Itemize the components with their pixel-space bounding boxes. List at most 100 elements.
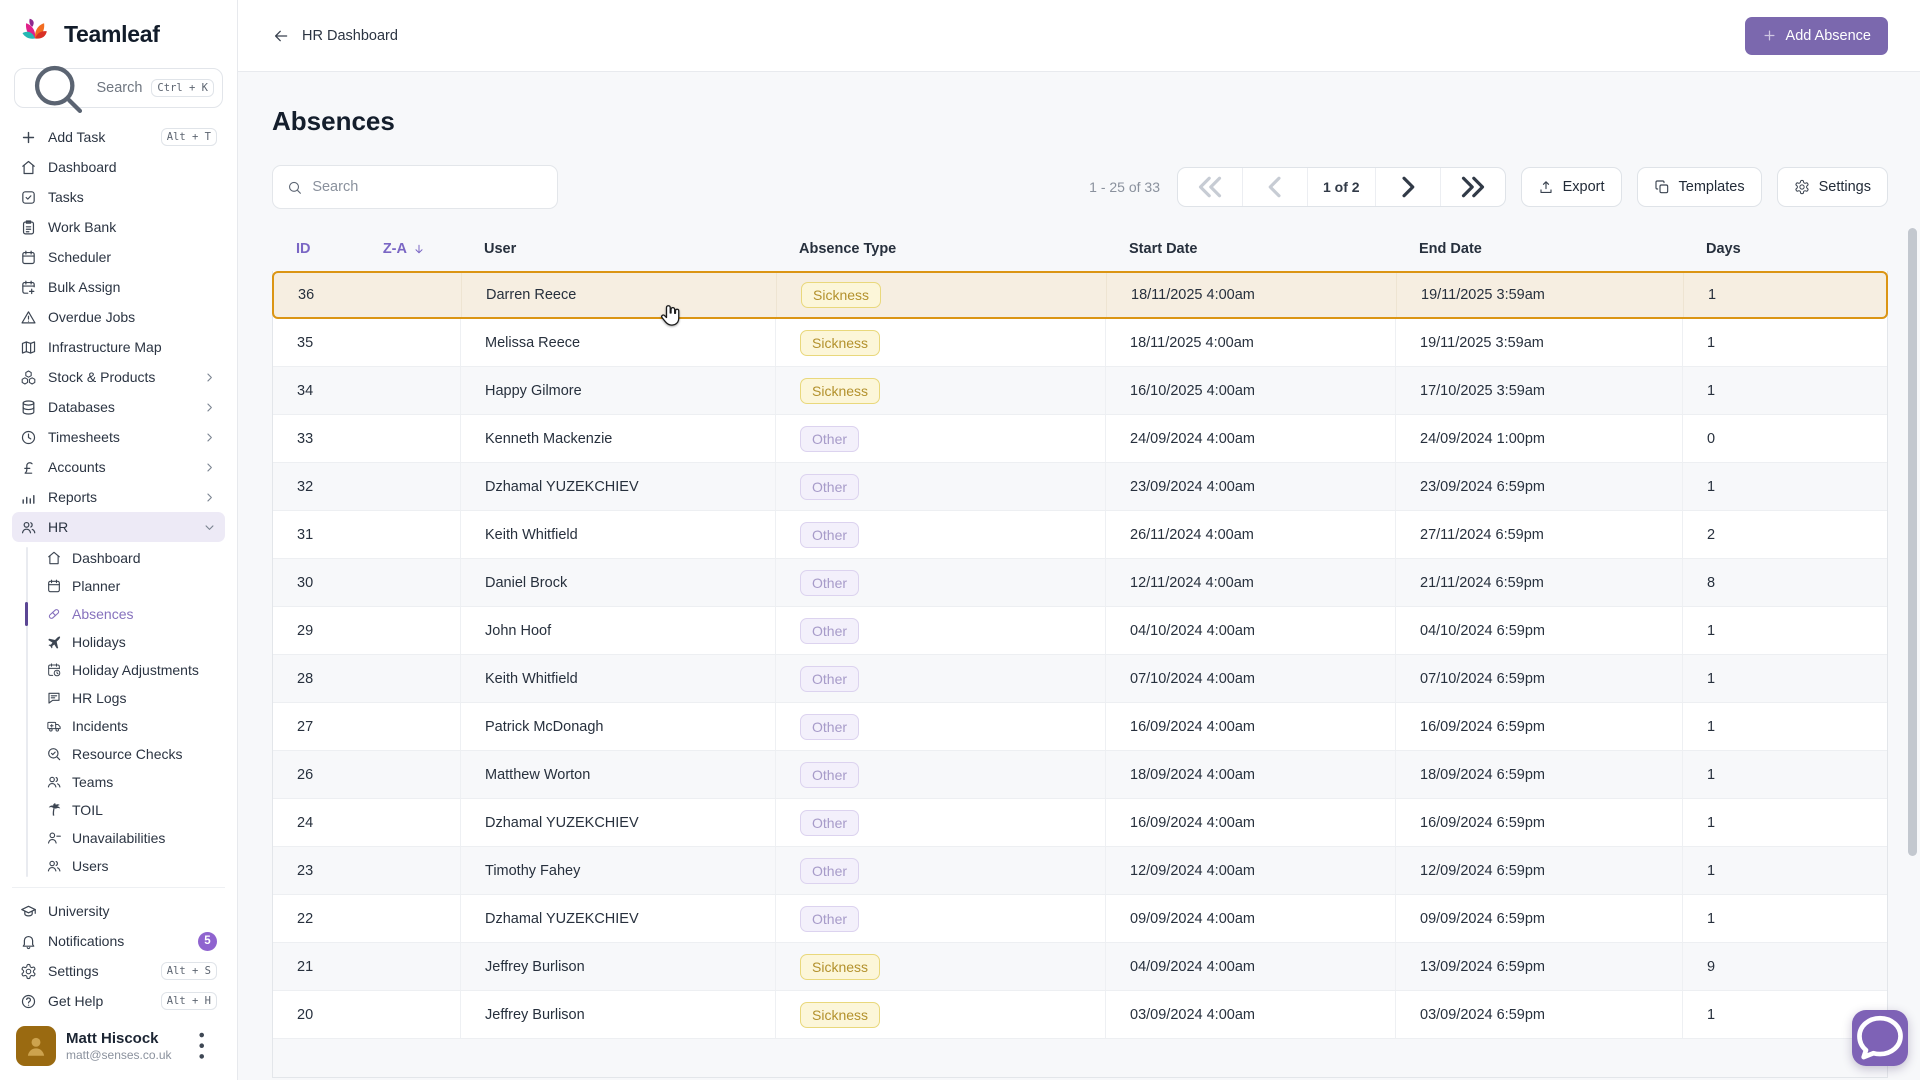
sidebar-item-accounts[interactable]: Accounts [12,452,225,482]
table-row-23[interactable]: 23 Timothy Fahey Other 12/09/2024 4:00am… [273,847,1887,895]
sidebar-item-university[interactable]: University [12,896,225,926]
users-icon [20,519,37,536]
user-profile[interactable]: Matt Hiscock matt@senses.co.uk [12,1016,225,1070]
sidebar-item-dashboard[interactable]: Dashboard [12,152,225,182]
cell-end-date: 23/09/2024 6:59pm [1396,463,1683,510]
search-icon [287,179,302,196]
first-page-button[interactable] [1178,168,1243,206]
scrollbar-thumb[interactable] [1908,228,1917,856]
sidebar-item-timesheets[interactable]: Timesheets [12,422,225,452]
table-row-32[interactable]: 32 Dzhamal YUZEKCHIEV Other 23/09/2024 4… [273,463,1887,511]
table-row-29[interactable]: 29 John Hoof Other 04/10/2024 4:00am 04/… [273,607,1887,655]
sidebar-item-databases[interactable]: Databases [12,392,225,422]
alert-triangle-icon [20,309,37,326]
table-row-28[interactable]: 28 Keith Whitfield Other 07/10/2024 4:00… [273,655,1887,703]
hr-submenu-item-toil[interactable]: TOIL [12,796,225,824]
sidebar-item-settings[interactable]: Settings Alt + S [12,956,225,986]
chat-button[interactable] [1852,1010,1908,1066]
column-header-days[interactable]: Days [1682,241,1888,257]
bell-icon [20,933,37,950]
prev-page-button[interactable] [1243,168,1308,206]
copy-icon [1654,179,1670,195]
sidebar-item-add-task[interactable]: Add Task Alt + T [12,122,225,152]
cell-user: Dzhamal YUZEKCHIEV [461,799,776,846]
sidebar-item-stock-products[interactable]: Stock & Products [12,362,225,392]
absence-type-badge: Sickness [800,330,880,356]
table-row-24[interactable]: 24 Dzhamal YUZEKCHIEV Other 16/09/2024 4… [273,799,1887,847]
back-link[interactable]: HR Dashboard [272,27,398,45]
add-absence-button[interactable]: Add Absence [1745,17,1888,55]
hr-submenu-item-incidents[interactable]: Incidents [12,712,225,740]
column-header-id[interactable]: ID Z-A [272,241,460,257]
cell-days: 0 [1683,415,1887,462]
column-header-end-date[interactable]: End Date [1395,241,1682,257]
chevron-right-icon [202,430,217,445]
absence-type-badge: Other [800,570,859,596]
hr-submenu-item-users[interactable]: Users [12,852,225,880]
cell-start-date: 04/10/2024 4:00am [1106,607,1396,654]
column-header-absence-type[interactable]: Absence Type [775,241,1105,257]
hr-submenu-item-absences[interactable]: Absences [12,600,225,628]
export-button[interactable]: Export [1521,167,1622,207]
table-row-34[interactable]: 34 Happy Gilmore Sickness 16/10/2025 4:0… [273,367,1887,415]
table-row-35[interactable]: 35 Melissa Reece Sickness 18/11/2025 4:0… [273,319,1887,367]
table-row-30[interactable]: 30 Daniel Brock Other 12/11/2024 4:00am … [273,559,1887,607]
table-row-20[interactable]: 20 Jeffrey Burlison Sickness 03/09/2024 … [273,991,1887,1039]
hr-submenu-item-unavailabilities[interactable]: Unavailabilities [12,824,225,852]
sidebar-item-overdue-jobs[interactable]: Overdue Jobs [12,302,225,332]
vertical-scrollbar [1908,228,1917,1080]
table-row-27[interactable]: 27 Patrick McDonagh Other 16/09/2024 4:0… [273,703,1887,751]
pill-icon [46,606,62,622]
plus-icon [1762,28,1777,43]
absence-type-badge: Sickness [800,954,880,980]
table-settings-button[interactable]: Settings [1777,167,1888,207]
sidebar-item-bulk-assign[interactable]: Bulk Assign [12,272,225,302]
cell-user: Keith Whitfield [461,655,776,702]
hr-submenu-item-holiday-adjustments[interactable]: Holiday Adjustments [12,656,225,684]
sidebar-item-hr[interactable]: HR [12,512,225,542]
pound-icon [20,459,37,476]
sidebar-search[interactable]: Search Ctrl + K [14,68,223,108]
column-header-start-date[interactable]: Start Date [1105,241,1395,257]
hr-submenu-item-planner[interactable]: Planner [12,572,225,600]
next-page-button[interactable] [1376,168,1441,206]
table-row-36[interactable]: 36 Darren Reece Sickness 18/11/2025 4:00… [272,271,1888,319]
map-icon [20,339,37,356]
sidebar-item-work-bank[interactable]: Work Bank [12,212,225,242]
table-row-33[interactable]: 33 Kenneth Mackenzie Other 24/09/2024 4:… [273,415,1887,463]
hr-submenu-item-resource-checks[interactable]: Resource Checks [12,740,225,768]
app-title: Teamleaf [64,21,160,48]
sidebar-item-get-help[interactable]: Get Help Alt + H [12,986,225,1016]
search-input[interactable] [312,179,543,195]
chevron-right-icon [202,460,217,475]
sidebar-item-notifications[interactable]: Notifications 5 [12,926,225,956]
table-row-31[interactable]: 31 Keith Whitfield Other 26/11/2024 4:00… [273,511,1887,559]
arrow-down-icon [412,242,426,256]
cell-days: 1 [1683,703,1887,750]
templates-button[interactable]: Templates [1637,167,1762,207]
hr-submenu-item-teams[interactable]: Teams [12,768,225,796]
column-header-user[interactable]: User [460,241,775,257]
sidebar-item-infrastructure-map[interactable]: Infrastructure Map [12,332,225,362]
user-menu-dots-icon[interactable] [182,1026,221,1065]
cell-user: Kenneth Mackenzie [461,415,776,462]
table-row-22[interactable]: 22 Dzhamal YUZEKCHIEV Other 09/09/2024 4… [273,895,1887,943]
cell-absence-type: Other [776,511,1106,558]
cell-user: Dzhamal YUZEKCHIEV [461,895,776,942]
cell-days: 1 [1683,367,1887,414]
table-row-26[interactable]: 26 Matthew Worton Other 18/09/2024 4:00a… [273,751,1887,799]
cell-id: 27 [273,703,461,750]
bar-chart-icon [20,489,37,506]
cell-id: 29 [273,607,461,654]
hr-submenu-item-dashboard[interactable]: Dashboard [12,544,225,572]
last-page-button[interactable] [1441,168,1505,206]
chevron-right-icon [202,400,217,415]
cell-absence-type: Other [776,751,1106,798]
sidebar-item-tasks[interactable]: Tasks [12,182,225,212]
sidebar-item-reports[interactable]: Reports [12,482,225,512]
hr-submenu-item-hr-logs[interactable]: HR Logs [12,684,225,712]
cell-start-date: 07/10/2024 4:00am [1106,655,1396,702]
table-row-21[interactable]: 21 Jeffrey Burlison Sickness 04/09/2024 … [273,943,1887,991]
sidebar-item-scheduler[interactable]: Scheduler [12,242,225,272]
hr-submenu-item-holidays[interactable]: Holidays [12,628,225,656]
